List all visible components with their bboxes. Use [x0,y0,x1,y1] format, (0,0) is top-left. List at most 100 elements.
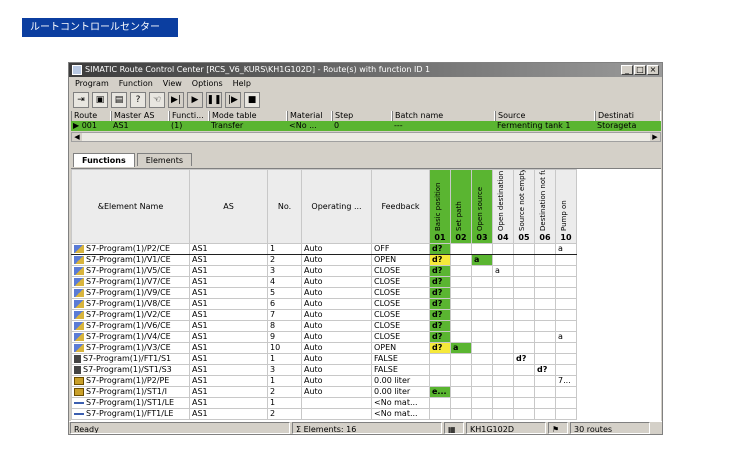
no-cell: 1 [267,397,302,409]
tab-functions[interactable]: Functions [73,153,135,167]
menu-function[interactable]: Function [119,77,153,90]
functions-table: &Element Name AS No. Operating ... Feedb… [71,169,577,420]
col-step[interactable]: Step [332,111,392,121]
col-batch-name[interactable]: Batch name [392,111,495,121]
minimize-button[interactable]: _ [621,65,633,75]
col-feedback[interactable]: Feedback [371,169,430,244]
table-row[interactable]: S7-Program(1)/V4/CE AS1 9 Auto CLOSE d? a [71,331,577,343]
menu-options[interactable]: Options [192,77,223,90]
col-func-01[interactable]: Basic position 01 [429,169,451,244]
table-row[interactable]: S7-Program(1)/V8/CE AS1 6 Auto CLOSE d? [71,298,577,310]
col-master-as[interactable]: Master AS [111,111,169,121]
col-func-02[interactable]: Set path 02 [450,169,472,244]
feedback-cell: OPEN [371,254,430,266]
function-cell [429,364,451,376]
resume-icon[interactable]: |▶ [225,92,241,108]
valve-icon [74,288,84,297]
table-row[interactable]: S7-Program(1)/ST1/I AS1 2 Auto 0.00 liter e..… [71,386,577,398]
function-cell [492,298,514,310]
col-func-06[interactable]: Destination not full 06 [534,169,556,244]
function-cell [450,309,472,321]
col-func-10[interactable]: Pump on 10 [555,169,577,244]
function-cell [471,298,493,310]
function-cell [492,342,514,354]
feedback-cell: CLOSE [371,287,430,299]
horizontal-scrollbar[interactable]: ◀ ▶ [71,132,661,142]
route-row[interactable]: ▶ 001 AS1 (1) Transfer <No ... 0 --- Fer… [71,121,661,131]
table-row[interactable]: S7-Program(1)/V2/CE AS1 7 Auto CLOSE d? [71,309,577,321]
as-cell: AS1 [189,364,268,376]
close-button[interactable]: × [647,65,659,75]
col-mode-table[interactable]: Mode table [209,111,287,121]
routes-icon: ⚑ [548,422,568,434]
help-icon[interactable]: ? [130,92,146,108]
table-row[interactable]: S7-Program(1)/V9/CE AS1 5 Auto CLOSE d? [71,287,577,299]
menu-help[interactable]: Help [233,77,251,90]
function-cell [471,243,493,255]
valve-icon [74,310,84,319]
table-row[interactable]: S7-Program(1)/FT1/S1 AS1 1 Auto FALSE d? [71,353,577,365]
function-cell [555,397,577,409]
function-cell [534,408,556,420]
table-row[interactable]: S7-Program(1)/P2/CE AS1 1 Auto OFF d? a [71,243,577,255]
table-row[interactable]: S7-Program(1)/ST1/LE AS1 1 <No mat... [71,397,577,409]
maximize-button[interactable]: □ [634,65,646,75]
function-cell [471,397,493,409]
table-row[interactable]: S7-Program(1)/V1/CE AS1 2 Auto OPEN d? a [71,254,577,266]
table-row[interactable]: S7-Program(1)/FT1/LE AS1 2 <No mat... [71,408,577,420]
table-row[interactable]: S7-Program(1)/V7/CE AS1 4 Auto CLOSE d? [71,276,577,288]
element-name: S7-Program(1)/V4/CE [86,332,171,342]
col-material[interactable]: Material [287,111,332,121]
table-row[interactable]: S7-Program(1)/V3/CE AS1 10 Auto OPEN d? a [71,342,577,354]
col-as[interactable]: AS [189,169,268,244]
col-no[interactable]: No. [267,169,302,244]
valve-icon [74,332,84,341]
pause-icon[interactable]: ❚❚ [206,92,222,108]
page-banner: ルートコントロールセンター [22,18,178,37]
function-cell [513,254,535,266]
elements-icon[interactable]: ▤ [111,92,127,108]
function-cell [429,353,451,365]
scroll-right-icon[interactable]: ▶ [650,133,660,141]
col-source[interactable]: Source [495,111,595,121]
feedback-cell: OFF [371,243,430,255]
col-func-03[interactable]: Open source 03 [471,169,493,244]
table-row[interactable]: S7-Program(1)/V6/CE AS1 8 Auto CLOSE d? [71,320,577,332]
no-cell: 5 [267,287,302,299]
operating-cell: Auto [301,309,372,321]
col-element-name[interactable]: &Element Name [71,169,190,244]
function-cell: d? [429,331,451,343]
col-destination[interactable]: Destinati [595,111,661,121]
start-icon[interactable]: ▶ [187,92,203,108]
pump-icon [74,376,84,385]
table-row[interactable]: S7-Program(1)/P2/PE AS1 1 Auto 0.00 liter 7..… [71,375,577,387]
hand-icon[interactable]: ☜ [149,92,165,108]
stop-icon[interactable]: ■ [244,92,260,108]
col-func-05[interactable]: Source not empty 05 [513,169,535,244]
table-row[interactable]: S7-Program(1)/ST1/S3 AS1 3 Auto FALSE d? [71,364,577,376]
menu-program[interactable]: Program [75,77,109,90]
col-route[interactable]: Route [71,111,111,121]
tab-elements[interactable]: Elements [136,153,193,166]
function-cell: a [471,254,493,266]
menu-view[interactable]: View [163,77,182,90]
function-cell [513,375,535,387]
element-name-cell: S7-Program(1)/V4/CE [71,331,190,343]
function-cell [450,331,472,343]
function-cell [534,276,556,288]
step-icon[interactable]: ▶| [168,92,184,108]
table-row[interactable]: S7-Program(1)/V5/CE AS1 3 Auto CLOSE d? a [71,265,577,277]
element-name: S7-Program(1)/V3/CE [86,343,171,353]
no-cell: 8 [267,320,302,332]
routes-icon[interactable]: ▣ [92,92,108,108]
operating-cell: Auto [301,364,372,376]
col-func-04[interactable]: Open destination 04 [492,169,514,244]
col-function[interactable]: Functi... [169,111,209,121]
function-cell: a [555,331,577,343]
function-cell [513,342,535,354]
function-cell [492,408,514,420]
exit-icon[interactable]: ⇥ [73,92,89,108]
element-name-cell: S7-Program(1)/ST1/S3 [71,364,190,376]
scroll-left-icon[interactable]: ◀ [72,133,82,141]
col-operating[interactable]: Operating ... [301,169,372,244]
